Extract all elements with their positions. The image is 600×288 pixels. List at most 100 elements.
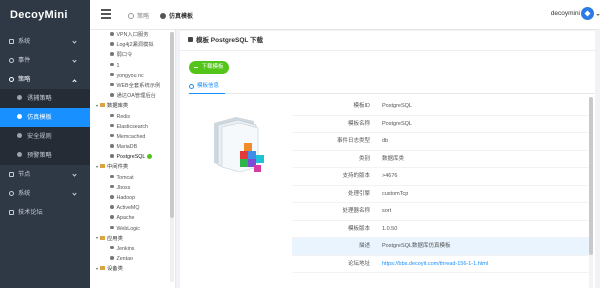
template-icon: [160, 13, 166, 19]
content-scrollbar[interactable]: [589, 97, 593, 288]
tree-item[interactable]: yongyou nc: [90, 71, 175, 81]
tree-item[interactable]: Log4j2漏洞模拟: [90, 40, 175, 50]
folder-icon: [100, 235, 105, 240]
tree-item-label: Tomcat: [116, 174, 134, 181]
tree-item[interactable]: Jenkins: [90, 244, 175, 254]
info-value: 数据库类: [382, 155, 405, 162]
tree-item-label: Jenkins: [116, 245, 135, 252]
sidebar-item-security-rules[interactable]: 安全规则: [0, 127, 90, 146]
bullet-icon: [110, 215, 114, 219]
tree-item-label: 应用类: [107, 235, 123, 242]
tree-item-label: 通达OA管理后台: [116, 93, 156, 100]
chevron-down-icon: [72, 172, 77, 177]
sidebar-item-decoy-strategy[interactable]: 诱捕策略: [0, 89, 90, 108]
tree-scrollbar[interactable]: [170, 32, 174, 282]
tree-item[interactable]: PostgreSQL: [90, 152, 175, 162]
main-content: 模板 PostgreSQL 下载 下载模板 模板信息 模板ID PostgreS…: [177, 31, 600, 288]
tree-group[interactable]: 中间件类: [90, 162, 175, 172]
nav-item-system[interactable]: 系统: [0, 184, 90, 203]
tree-item[interactable]: Jboss: [90, 183, 175, 193]
sidebar-item-alert-strategy[interactable]: 预警策略: [0, 146, 90, 165]
chevron-down-icon[interactable]: [96, 237, 98, 240]
info-row: 模板名称 PostgreSQL: [292, 116, 590, 133]
info-value: PostgreSQL: [382, 103, 412, 109]
bullet-icon: [110, 205, 114, 209]
chevron-down-icon[interactable]: [96, 165, 98, 168]
tree-item[interactable]: Redis: [90, 112, 175, 122]
nav-item-nodes[interactable]: 节点: [0, 165, 90, 184]
tree-item-label: 中间件类: [107, 164, 129, 171]
info-key: 处理器名称: [342, 208, 370, 214]
info-row: 描述 PostgreSQL数据库仿真模板: [292, 238, 590, 256]
template-info-table: 模板ID PostgreSQL 模板名称 PostgreSQL 事件日志类型 db 类别 数据…: [292, 98, 590, 273]
tree-item[interactable]: 弱口令: [90, 50, 175, 60]
breadcrumb-parent[interactable]: 策略: [128, 11, 149, 20]
chevron-down-icon: [72, 39, 77, 44]
chevron-down-icon[interactable]: [96, 104, 98, 107]
tree-item[interactable]: Zentao: [90, 254, 175, 264]
app-logo[interactable]: DecoyMini: [0, 0, 90, 30]
folder-icon: [100, 103, 105, 108]
template-icon: [188, 37, 193, 42]
tree-item[interactable]: Memcached: [90, 132, 175, 142]
info-value: PostgreSQL: [382, 120, 412, 127]
tree-item[interactable]: Hadoop: [90, 193, 175, 203]
bullet-icon: [110, 32, 114, 36]
forum-icon: [9, 209, 14, 215]
chevron-down-icon[interactable]: [596, 14, 600, 16]
breadcrumb-parent-label: 策略: [137, 14, 150, 20]
bullet-icon: [110, 225, 114, 230]
tree-item[interactable]: Elasticsearch: [90, 122, 175, 132]
bullet-icon: [110, 72, 114, 77]
tree-item[interactable]: WEB全套系统示例: [90, 81, 175, 91]
tree-item[interactable]: Apache: [90, 213, 175, 223]
content-scrollbar-thumb[interactable]: [589, 97, 593, 255]
nav-item-strategy[interactable]: 策略: [0, 70, 90, 89]
tree-item[interactable]: VPN入口服务: [90, 30, 175, 40]
nav-item-events[interactable]: 事件: [0, 51, 90, 70]
bullet-icon: [17, 133, 22, 138]
tree-item[interactable]: MariaDB: [90, 142, 175, 152]
tree-item-label: Redis: [116, 113, 131, 120]
event-icon: [9, 57, 14, 63]
nav-item-label: 系统: [18, 38, 31, 45]
info-key: 模板ID: [353, 103, 370, 109]
tree-group[interactable]: 数据库类: [90, 101, 175, 111]
bullet-icon: [110, 256, 114, 260]
tree-item[interactable]: WebLogic: [90, 224, 175, 234]
avatar[interactable]: [581, 7, 594, 20]
info-row: 处理器名称 sort: [292, 203, 590, 221]
tree-scrollbar-thumb[interactable]: [170, 32, 174, 218]
tab-template-info[interactable]: 模板信息: [189, 81, 226, 94]
download-template-button[interactable]: 下载模板: [189, 61, 229, 74]
info-key: 描述: [358, 243, 370, 249]
tree-group[interactable]: 应用类: [90, 234, 175, 244]
breadcrumb-current-label: 仿真模板: [169, 14, 194, 20]
download-button-label: 下载模板: [201, 64, 224, 70]
tree-item-label: 1: [116, 62, 120, 69]
sidebar-item-sim-template[interactable]: 仿真模板: [0, 108, 90, 127]
strategy-icon: [128, 13, 134, 19]
info-row: 模板ID PostgreSQL: [292, 98, 590, 116]
info-value: sort: [382, 208, 392, 214]
tree-item-label: Hadoop: [116, 195, 136, 201]
nav-submenu-strategy: 诱捕策略 仿真模板 安全规则 预警策略: [0, 89, 90, 165]
tree-item-label: Log4j2漏洞模拟: [116, 42, 154, 49]
tree-item[interactable]: Tomcat: [90, 173, 175, 183]
tree-group[interactable]: 设备类: [90, 264, 175, 274]
nav-item-forum[interactable]: 技术论坛: [0, 203, 90, 222]
info-key: 论坛地址: [347, 260, 370, 267]
chevron-down-icon[interactable]: [96, 267, 98, 270]
menu-toggle-icon[interactable]: [101, 9, 111, 19]
nav-sub-label: 安全规则: [27, 133, 52, 140]
nav-sub-label: 预警策略: [27, 152, 52, 159]
nav-item-system-top[interactable]: 系统: [0, 32, 90, 51]
folder-icon: [100, 266, 105, 271]
tree-item[interactable]: ActiveMQ: [90, 203, 175, 213]
forum-link[interactable]: https://bbs.decoyit.com/thread-156-1-1.h…: [382, 256, 488, 274]
tree-item[interactable]: 1: [90, 61, 175, 71]
monitor-icon: [9, 171, 14, 177]
tree-item-label: 设备类: [107, 266, 123, 273]
tree-item[interactable]: 通达OA管理后台: [90, 91, 175, 101]
user-name[interactable]: decoymini: [551, 10, 580, 17]
